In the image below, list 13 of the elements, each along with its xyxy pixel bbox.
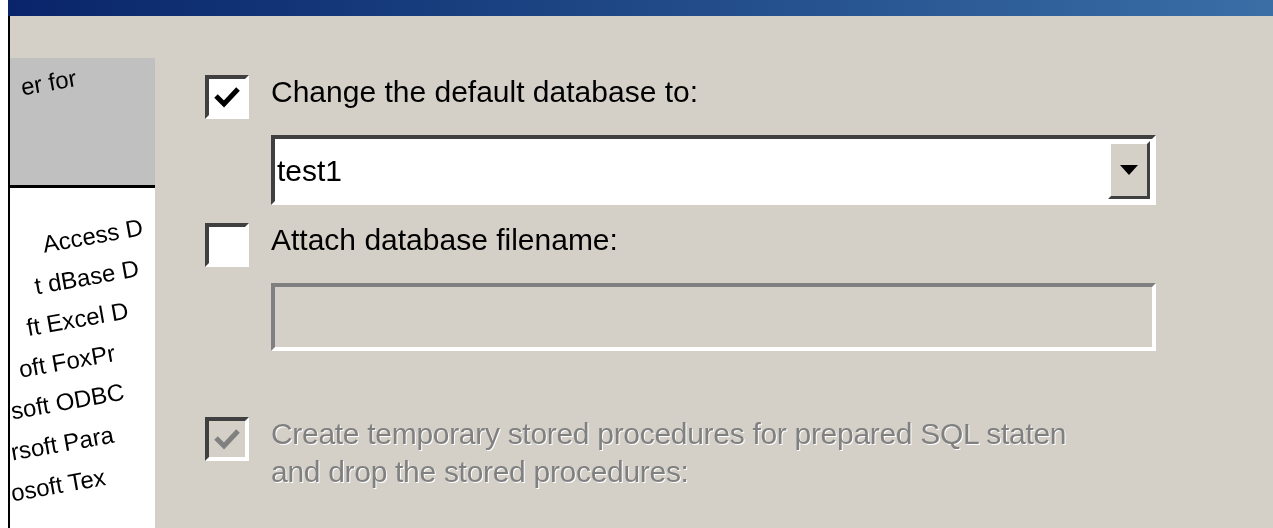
- checkbox[interactable]: [205, 75, 249, 119]
- dropdown-arrow-button[interactable]: [1108, 141, 1150, 199]
- checkmark-icon: [214, 86, 240, 108]
- checkbox-label: Create temporary stored procedures for prepared SQL staten: [271, 416, 1067, 452]
- checkbox-label: Attach database filename:: [271, 222, 618, 258]
- dropdown-value: test1: [276, 152, 344, 189]
- checkmark-icon: [214, 428, 240, 450]
- checkbox-label: Change the default database to:: [271, 74, 698, 110]
- illustration-text: er for: [17, 63, 80, 103]
- checkbox-label: and drop the stored procedures:: [271, 454, 690, 490]
- caret-down-icon: [1120, 165, 1138, 175]
- database-dropdown[interactable]: test1: [271, 135, 1156, 205]
- checkbox[interactable]: [205, 223, 249, 267]
